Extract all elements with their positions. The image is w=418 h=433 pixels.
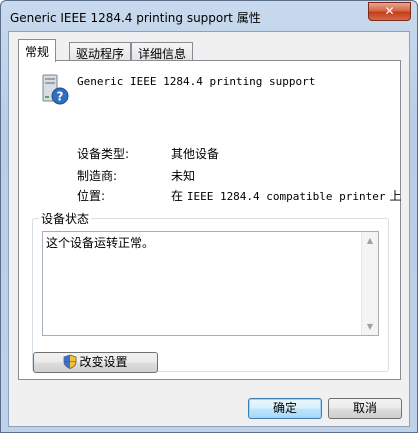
device-status-group: 设备状态 这个设备运转正常。 ▲ ▼ bbox=[32, 210, 389, 372]
device-type-label: 设备类型: bbox=[77, 147, 130, 161]
tab-label: 驱动程序 bbox=[76, 47, 125, 61]
change-settings-label: 改变设置 bbox=[79, 355, 128, 369]
device-type-value: 其他设备 bbox=[171, 147, 220, 161]
manufacturer-value: 未知 bbox=[171, 169, 196, 183]
scroll-down-icon[interactable]: ▼ bbox=[362, 318, 378, 335]
title-bar[interactable]: Generic IEEE 1284.4 printing support 属性 … bbox=[1, 1, 417, 31]
device-name: Generic IEEE 1284.4 printing support bbox=[77, 75, 316, 88]
tab-general[interactable]: 常规 bbox=[18, 39, 57, 62]
manufacturer-label: 制造商: bbox=[77, 169, 118, 183]
cancel-label: 取消 bbox=[352, 401, 377, 415]
cancel-button[interactable]: 取消 bbox=[328, 398, 402, 419]
close-button[interactable]: ✕ bbox=[368, 2, 411, 21]
location-label: 位置: bbox=[77, 189, 106, 203]
device-status-label: 设备状态 bbox=[39, 210, 92, 227]
device-status-textbox[interactable]: 这个设备运转正常。 ▲ ▼ bbox=[42, 231, 379, 336]
location-value: 在 IEEE 1284.4 compatible printer 上 bbox=[171, 187, 401, 204]
dialog-client: 常规 驱动程序 详细信息 ? Generic IEEE 1284.4 print… bbox=[8, 31, 410, 427]
tab-label: 常规 bbox=[25, 45, 50, 59]
tab-driver[interactable]: 驱动程序 bbox=[69, 42, 132, 61]
ok-button[interactable]: 确定 bbox=[248, 398, 322, 419]
general-tab-page: ? Generic IEEE 1284.4 printing support 设… bbox=[18, 60, 401, 380]
location-suffix: 上 bbox=[385, 189, 402, 203]
uac-shield-icon bbox=[64, 354, 77, 369]
status-scrollbar[interactable]: ▲ ▼ bbox=[361, 232, 378, 335]
close-icon: ✕ bbox=[384, 4, 395, 18]
svg-text:?: ? bbox=[57, 90, 64, 104]
location-name: IEEE 1284.4 compatible printer bbox=[186, 190, 386, 203]
ok-label: 确定 bbox=[272, 401, 297, 415]
tab-details[interactable]: 详细信息 bbox=[131, 42, 194, 61]
change-settings-button[interactable]: 改变设置 bbox=[33, 352, 158, 373]
tab-label: 详细信息 bbox=[138, 47, 187, 61]
scroll-up-icon[interactable]: ▲ bbox=[362, 232, 378, 249]
properties-window: Generic IEEE 1284.4 printing support 属性 … bbox=[0, 0, 418, 433]
location-prefix: 在 bbox=[171, 189, 187, 203]
device-status-text: 这个设备运转正常。 bbox=[46, 236, 155, 250]
window-title: Generic IEEE 1284.4 printing support 属性 bbox=[10, 11, 261, 25]
printer-unknown-device-icon: ? bbox=[42, 74, 69, 105]
